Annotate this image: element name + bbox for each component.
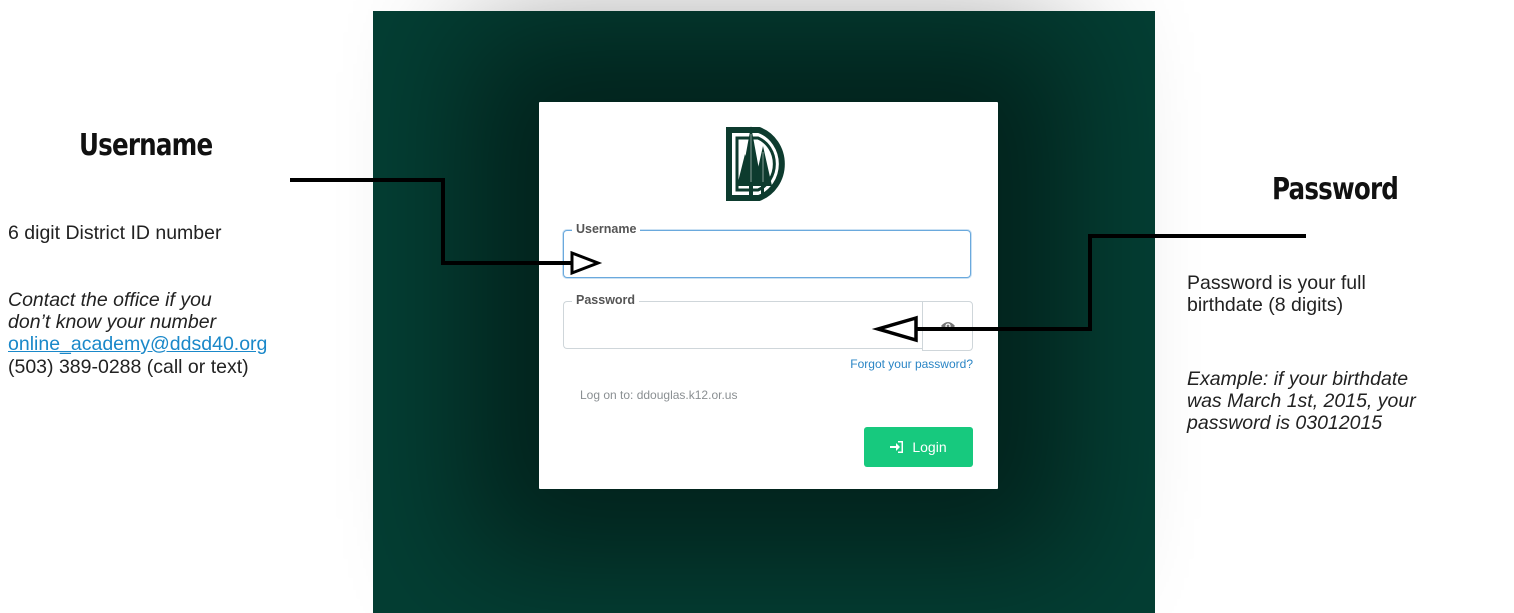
annotation-arrows [290, 178, 1306, 343]
password-arrow [871, 234, 1306, 343]
username-arrow [290, 178, 603, 276]
